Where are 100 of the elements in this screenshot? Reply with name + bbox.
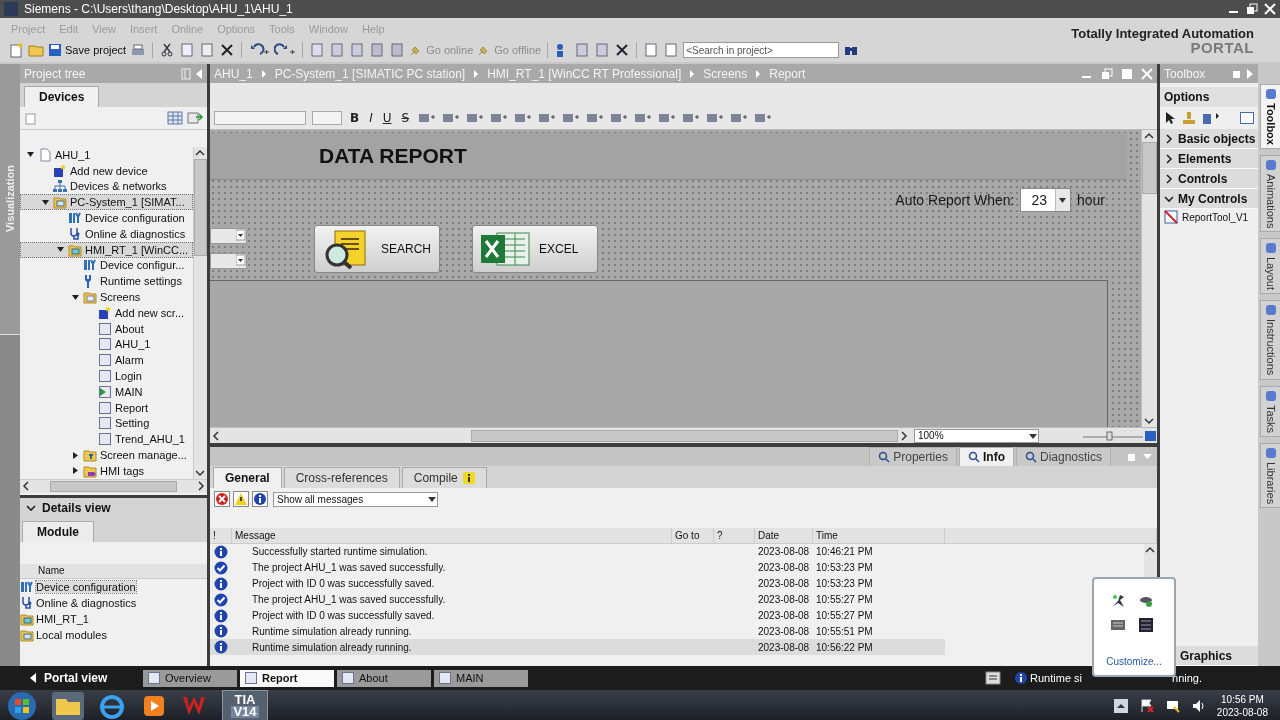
tree-item[interactable]: Devices & networks xyxy=(20,178,193,195)
clock[interactable]: 10:56 PM 2023-08-08 xyxy=(1216,693,1280,719)
list-item[interactable]: Online & diagnostics xyxy=(36,596,137,609)
speaker-icon[interactable] xyxy=(1190,698,1207,714)
editor-tab[interactable]: Report xyxy=(240,669,334,687)
font-size-field[interactable] xyxy=(312,110,342,125)
stamp-icon[interactable] xyxy=(1182,111,1196,125)
module-tab[interactable]: Module xyxy=(22,520,94,542)
tree-item[interactable]: Report xyxy=(20,399,193,416)
toolbox-section[interactable]: Elements xyxy=(1160,149,1258,169)
window-icon[interactable] xyxy=(1240,112,1254,124)
new-project-icon[interactable] xyxy=(8,42,24,58)
maximize-icon[interactable] xyxy=(1121,67,1133,80)
portal-view-button[interactable]: Portal view xyxy=(0,671,140,685)
expand-icon[interactable] xyxy=(26,150,35,160)
open-folder-icon[interactable] xyxy=(28,42,44,58)
scrollbar[interactable] xyxy=(20,478,207,493)
inspector-tab[interactable]: Diagnostics xyxy=(1015,447,1111,466)
side-tab[interactable]: Toolbox xyxy=(1260,84,1280,149)
toolbox-item[interactable]: ReportTool_V1 xyxy=(1160,209,1258,225)
tree-item[interactable]: About xyxy=(20,320,193,337)
delete-icon[interactable] xyxy=(219,42,236,58)
font-field[interactable] xyxy=(214,110,306,125)
side-tab[interactable]: Instructions xyxy=(1260,300,1280,380)
toolbox-section[interactable]: My Controls xyxy=(1160,189,1258,209)
message-row[interactable]: Runtime simulation already running. 2023-08-08 10:56:22 PM xyxy=(210,639,945,656)
format-button[interactable]: B xyxy=(348,110,362,125)
tree-item[interactable]: Alarm xyxy=(20,352,193,369)
tree-item[interactable]: Screens xyxy=(20,289,193,305)
tree-item[interactable]: Add new scr... xyxy=(20,304,193,321)
overview-icon[interactable] xyxy=(187,111,203,125)
collapse-icon[interactable] xyxy=(1246,67,1254,80)
inspector-tab[interactable]: Info xyxy=(958,447,1014,466)
tool-icon[interactable] xyxy=(1202,111,1220,125)
tree-item[interactable]: Runtime settings xyxy=(20,273,193,290)
excel-button[interactable]: EXCEL xyxy=(472,225,598,273)
side-tab[interactable]: Tasks xyxy=(1260,385,1280,437)
editor-tab[interactable]: Overview xyxy=(143,669,237,687)
message-row[interactable]: Runtime simulation already running. 2023-08-08 10:55:51 PM xyxy=(210,623,945,640)
message-row[interactable]: Project with ID 0 was successfully saved. 2023-08-08 10:53:23 PM xyxy=(210,575,945,592)
cut-icon[interactable] xyxy=(159,42,176,58)
zoom-slider-icon[interactable] xyxy=(1083,430,1143,441)
message-tab[interactable]: Cross-references xyxy=(283,467,400,488)
warning-filter-icon[interactable] xyxy=(233,491,249,507)
format-button[interactable]: I xyxy=(367,110,375,125)
zoom-window-icon[interactable] xyxy=(1143,429,1157,442)
restore-icon[interactable] xyxy=(1246,3,1258,15)
collapse-icon[interactable] xyxy=(195,67,203,80)
expand-icon[interactable] xyxy=(56,245,65,255)
scroll-thumb[interactable] xyxy=(1142,142,1157,194)
taskbar-app[interactable]: TIA V14 xyxy=(222,690,268,720)
message-row[interactable]: The project AHU_1 was saved successfully. 2023-08-08 10:53:23 PM xyxy=(210,559,945,576)
tree-item[interactable]: MAIN xyxy=(20,383,193,400)
tree-item[interactable]: AHU_1 xyxy=(20,336,193,353)
pin-icon[interactable] xyxy=(181,67,191,80)
scrollbar[interactable] xyxy=(193,147,207,479)
list-item[interactable]: HMI_RT_1 xyxy=(36,612,89,625)
tree-item[interactable]: Device configuration xyxy=(20,210,193,226)
tree-item[interactable]: Online & diagnostics xyxy=(20,226,193,242)
small-dropdown[interactable] xyxy=(210,253,247,269)
chevron-right-icon[interactable] xyxy=(1164,133,1174,144)
expand-icon[interactable] xyxy=(41,197,50,207)
pointer-icon[interactable] xyxy=(1164,111,1176,125)
editor-tab[interactable]: MAIN xyxy=(434,669,528,687)
info-filter-icon[interactable] xyxy=(252,491,268,507)
tree-item[interactable]: Add new device xyxy=(20,162,193,179)
flag-icon[interactable] xyxy=(1138,698,1155,714)
search-button[interactable]: SEARCH xyxy=(314,225,440,273)
error-filter-icon[interactable] xyxy=(214,491,230,507)
close-editors-icon[interactable] xyxy=(614,42,631,58)
print-icon[interactable] xyxy=(130,42,147,58)
message-filter-dropdown[interactable]: Show all messages xyxy=(273,491,438,507)
zoom-dropdown[interactable]: 100% xyxy=(914,428,1039,443)
side-tab[interactable]: Libraries xyxy=(1260,442,1280,508)
inspector-tab[interactable]: Properties xyxy=(869,447,957,466)
toolbox-section[interactable]: Controls xyxy=(1160,169,1258,189)
show-hidden-icon[interactable] xyxy=(1112,698,1129,714)
message-row[interactable]: Successfully started runtime simulation. 2023-08-08 10:46:21 PM xyxy=(210,544,945,560)
tree-item[interactable]: AHU_1 xyxy=(20,147,193,163)
message-tab[interactable]: Compile xyxy=(401,467,487,488)
tree-item[interactable]: Login xyxy=(20,368,193,384)
scroll-thumb[interactable] xyxy=(471,429,898,442)
format-button[interactable]: U xyxy=(380,110,394,125)
tree-item[interactable]: HMI tags xyxy=(20,462,193,479)
scrollbar[interactable] xyxy=(1141,130,1157,427)
message-tab[interactable]: General xyxy=(213,467,282,488)
tree-item[interactable]: HMI_RT_1 [WinCC... xyxy=(20,241,193,258)
add-device-icon[interactable] xyxy=(24,111,38,125)
expand-icon[interactable] xyxy=(71,292,80,302)
search-field[interactable]: <Search in project> xyxy=(683,42,840,58)
format-button[interactable]: S xyxy=(399,110,412,125)
chevron-down-icon[interactable] xyxy=(26,502,36,513)
tree-item[interactable]: Setting xyxy=(20,415,193,432)
chevron-right-icon[interactable] xyxy=(1164,153,1174,164)
undo-icon[interactable] xyxy=(248,42,271,58)
table-view-icon[interactable] xyxy=(167,111,183,125)
customize-link[interactable]: Customize... xyxy=(1106,656,1162,667)
dropdown-icon[interactable] xyxy=(1142,451,1153,462)
scroll-thumb[interactable] xyxy=(50,480,177,492)
save-button[interactable]: Save project xyxy=(48,43,127,57)
